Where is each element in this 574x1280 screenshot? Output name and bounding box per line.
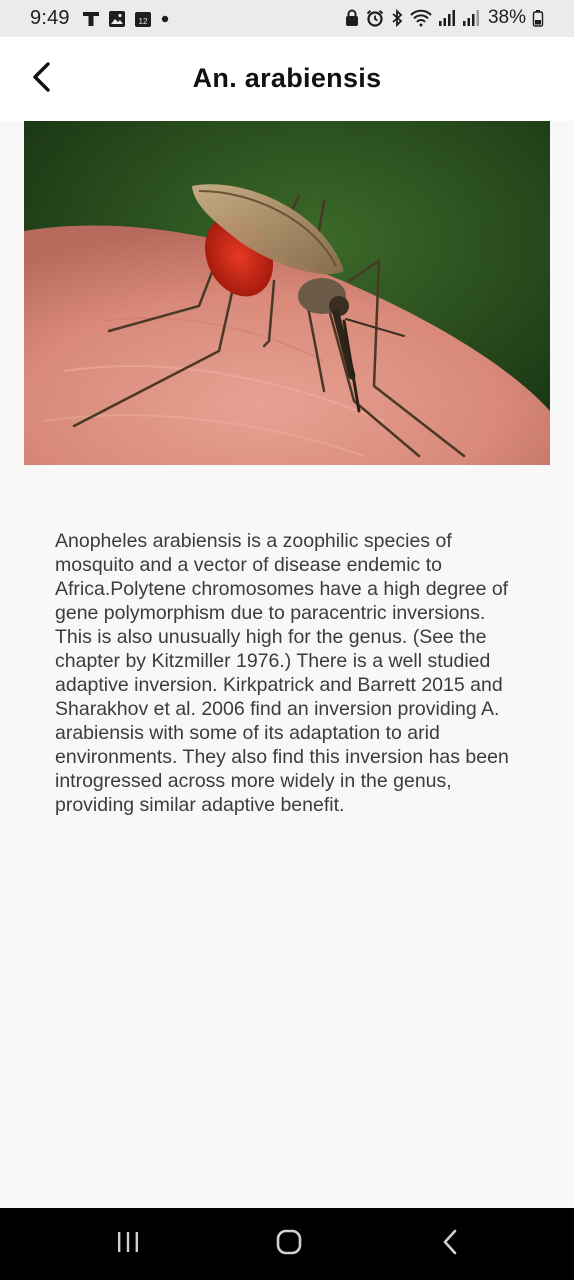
screen: 9:49 12 38% An. arabiensis Anopheles ara… (0, 0, 574, 1280)
status-time: 9:49 (30, 7, 70, 29)
bluetooth-icon (390, 9, 404, 27)
calendar-day: 12 (138, 17, 147, 26)
system-back-button[interactable] (430, 1228, 470, 1260)
signal-icon (438, 9, 456, 27)
wifi-icon (410, 9, 432, 27)
species-description: Anopheles arabiensis is a zoophilic spec… (55, 530, 509, 816)
mosquito-photo (24, 121, 550, 465)
status-right: 38% (344, 7, 544, 29)
status-left: 9:49 12 (30, 7, 170, 30)
status-bar: 9:49 12 38% (0, 0, 574, 37)
battery-percent: 38% (487, 7, 526, 28)
recent-apps-button[interactable] (108, 1228, 148, 1260)
recent-apps-icon (115, 1230, 141, 1259)
home-icon (275, 1228, 303, 1261)
alarm-icon (366, 9, 384, 27)
home-button[interactable] (269, 1228, 309, 1260)
notification-dot-icon (160, 14, 170, 24)
back-icon (440, 1228, 460, 1261)
lock-icon (344, 9, 360, 27)
navigation-bar (0, 1208, 574, 1280)
battery-icon (532, 9, 544, 27)
gallery-icon (108, 10, 126, 28)
page-title: An. arabiensis (192, 63, 382, 93)
signal-icon (462, 9, 480, 27)
t-app-icon (82, 10, 100, 28)
app-bar: An. arabiensis (0, 37, 574, 121)
calendar-icon: 12 (134, 10, 152, 28)
